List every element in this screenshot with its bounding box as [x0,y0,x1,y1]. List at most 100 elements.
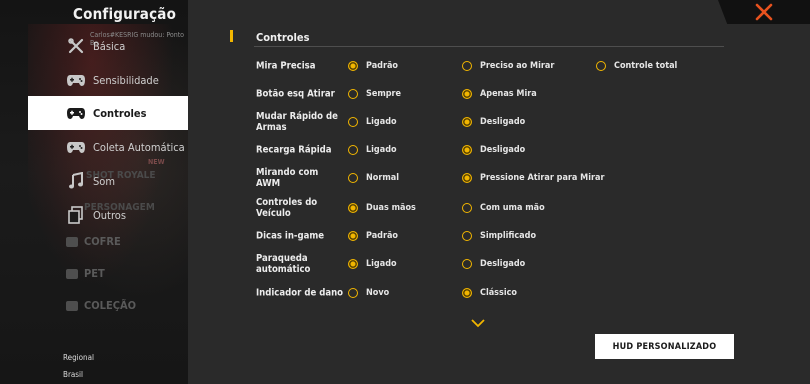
radio-option[interactable]: Duas mãos [348,203,416,213]
radio-selected-icon[interactable] [348,203,358,213]
radio-option-label: Sempre [366,89,402,99]
radio-option[interactable]: Novo [348,288,389,298]
radio-option-label: Controle total [614,61,678,71]
close-button[interactable] [718,0,810,24]
gamepad-icon [66,70,86,90]
background-menu-item: COLEÇÃO [66,299,136,312]
radio-option[interactable]: Pressione Atirar para Mirar [462,173,604,183]
radio-selected-icon[interactable] [348,61,358,71]
radio-selected-icon[interactable] [348,259,358,269]
settings-row: Indicador de dano Novo Clássico [256,279,726,307]
radio-option[interactable]: Simplificado [462,231,536,241]
settings-row: Recarga Rápida Ligado Desligado [256,136,726,164]
radio-option[interactable]: Apenas Mira [462,89,537,99]
sidebar-item-label: Controles [93,106,147,120]
radio-option[interactable]: Controle total [596,61,677,71]
radio-option[interactable]: Ligado [348,259,397,269]
radio-option-label: Clássico [480,288,517,298]
sidebar-item-label: Sensibilidade [93,73,159,87]
sidebar-item-controles[interactable]: Controles [28,96,188,130]
radio-option[interactable]: Sempre [348,89,401,99]
radio-option-label: Duas mãos [366,203,416,213]
radio-unselected-icon[interactable] [462,259,472,269]
radio-unselected-icon[interactable] [348,173,358,183]
sidebar-item-basica[interactable]: Básica [28,29,188,63]
radio-option-label: Simplificado [480,231,537,241]
sidebar-item-label: Básica [93,39,126,53]
radio-option[interactable]: Ligado [348,117,397,127]
radio-option[interactable]: Com uma mão [462,203,545,213]
settings-row: Dicas in-game Padrão Simplificado [256,222,726,250]
setting-label: Indicador de dano [256,287,344,299]
page-title: Configuração [73,5,177,23]
region-label: Regional [63,353,95,362]
settings-row: Controles do Veículo Duas mãos Com uma mão [256,194,726,222]
radio-option-label: Preciso ao Mirar [480,61,555,71]
radio-option-label: Desligado [480,117,526,127]
radio-option-label: Padrão [366,231,398,241]
radio-selected-icon[interactable] [462,288,472,298]
radio-selected-icon[interactable] [462,173,472,183]
background-menu-item: PET [66,267,105,280]
background-menu-item: COFRE [66,235,121,248]
music-note-icon [66,171,86,191]
sidebar-item-coleta-automatica[interactable]: Coleta Automática [28,130,188,164]
radio-unselected-icon[interactable] [348,89,358,99]
radio-selected-icon[interactable] [462,117,472,127]
radio-unselected-icon[interactable] [596,61,606,71]
radio-option-label: Padrão [366,61,398,71]
radio-option-label: Ligado [366,259,397,269]
sidebar-item-label: Coleta Automática [93,140,185,154]
radio-option[interactable]: Preciso ao Mirar [462,61,554,71]
radio-option[interactable]: Padrão [348,231,398,241]
close-icon [755,3,773,21]
radio-unselected-icon[interactable] [462,203,472,213]
radio-option-label: Apenas Mira [480,89,537,99]
settings-row: Botão esq Atirar Sempre Apenas Mira [256,80,726,108]
radio-option[interactable]: Clássico [462,288,517,298]
radio-unselected-icon[interactable] [462,61,472,71]
settings-row: Mirando com AWM Normal Pressione Atirar pa… [256,164,726,192]
radio-unselected-icon[interactable] [348,288,358,298]
section-divider [254,46,724,47]
radio-selected-icon[interactable] [462,89,472,99]
scroll-down-icon[interactable] [471,318,485,328]
radio-option[interactable]: Normal [348,173,399,183]
sidebar-item-label: Som [93,174,115,188]
radio-selected-icon[interactable] [462,145,472,155]
pet-icon [66,268,78,279]
radio-option-label: Ligado [366,117,397,127]
radio-unselected-icon[interactable] [348,145,358,155]
tools-icon [66,36,86,56]
vault-icon [66,236,78,247]
setting-label: Mudar Rápido de Armas [256,111,338,133]
radio-unselected-icon[interactable] [348,117,358,127]
setting-label: Dicas in-game [256,230,325,242]
radio-option[interactable]: Ligado [348,145,397,155]
radio-selected-icon[interactable] [348,231,358,241]
radio-option[interactable]: Desligado [462,259,525,269]
radio-option-label: Pressione Atirar para Mirar [480,173,605,183]
collection-icon [66,300,78,311]
section-title: Controles [256,31,310,44]
settings-row: Paraqueda automático Ligado Desligado [256,250,726,278]
sidebar-item-som[interactable]: Som [28,164,188,198]
setting-label: Recarga Rápida [256,144,332,156]
region-value: Brasil [63,370,84,379]
radio-option-label: Com uma mão [480,203,545,213]
document-icon [66,205,86,225]
radio-option[interactable]: Desligado [462,145,525,155]
settings-row: Mira Precisa Padrão Preciso ao Mirar Contro… [256,52,726,80]
radio-option[interactable]: Padrão [348,61,398,71]
custom-hud-button[interactable]: HUD PERSONALIZADO [595,334,734,359]
setting-label: Botão esq Atirar [256,88,335,100]
sidebar-item-outros[interactable]: Outros [28,198,188,232]
settings-sidebar: Carlos#KESRIG mudou: Ponto Ba NEW SHOT R… [0,0,188,384]
radio-unselected-icon[interactable] [462,231,472,241]
setting-label: Controles do Veículo [256,197,318,219]
radio-option-label: Desligado [480,145,526,155]
sidebar-item-sensibilidade[interactable]: Sensibilidade [28,63,188,97]
radio-option[interactable]: Desligado [462,117,525,127]
radio-option-label: Novo [366,288,390,298]
sidebar-item-label: Outros [93,208,126,222]
